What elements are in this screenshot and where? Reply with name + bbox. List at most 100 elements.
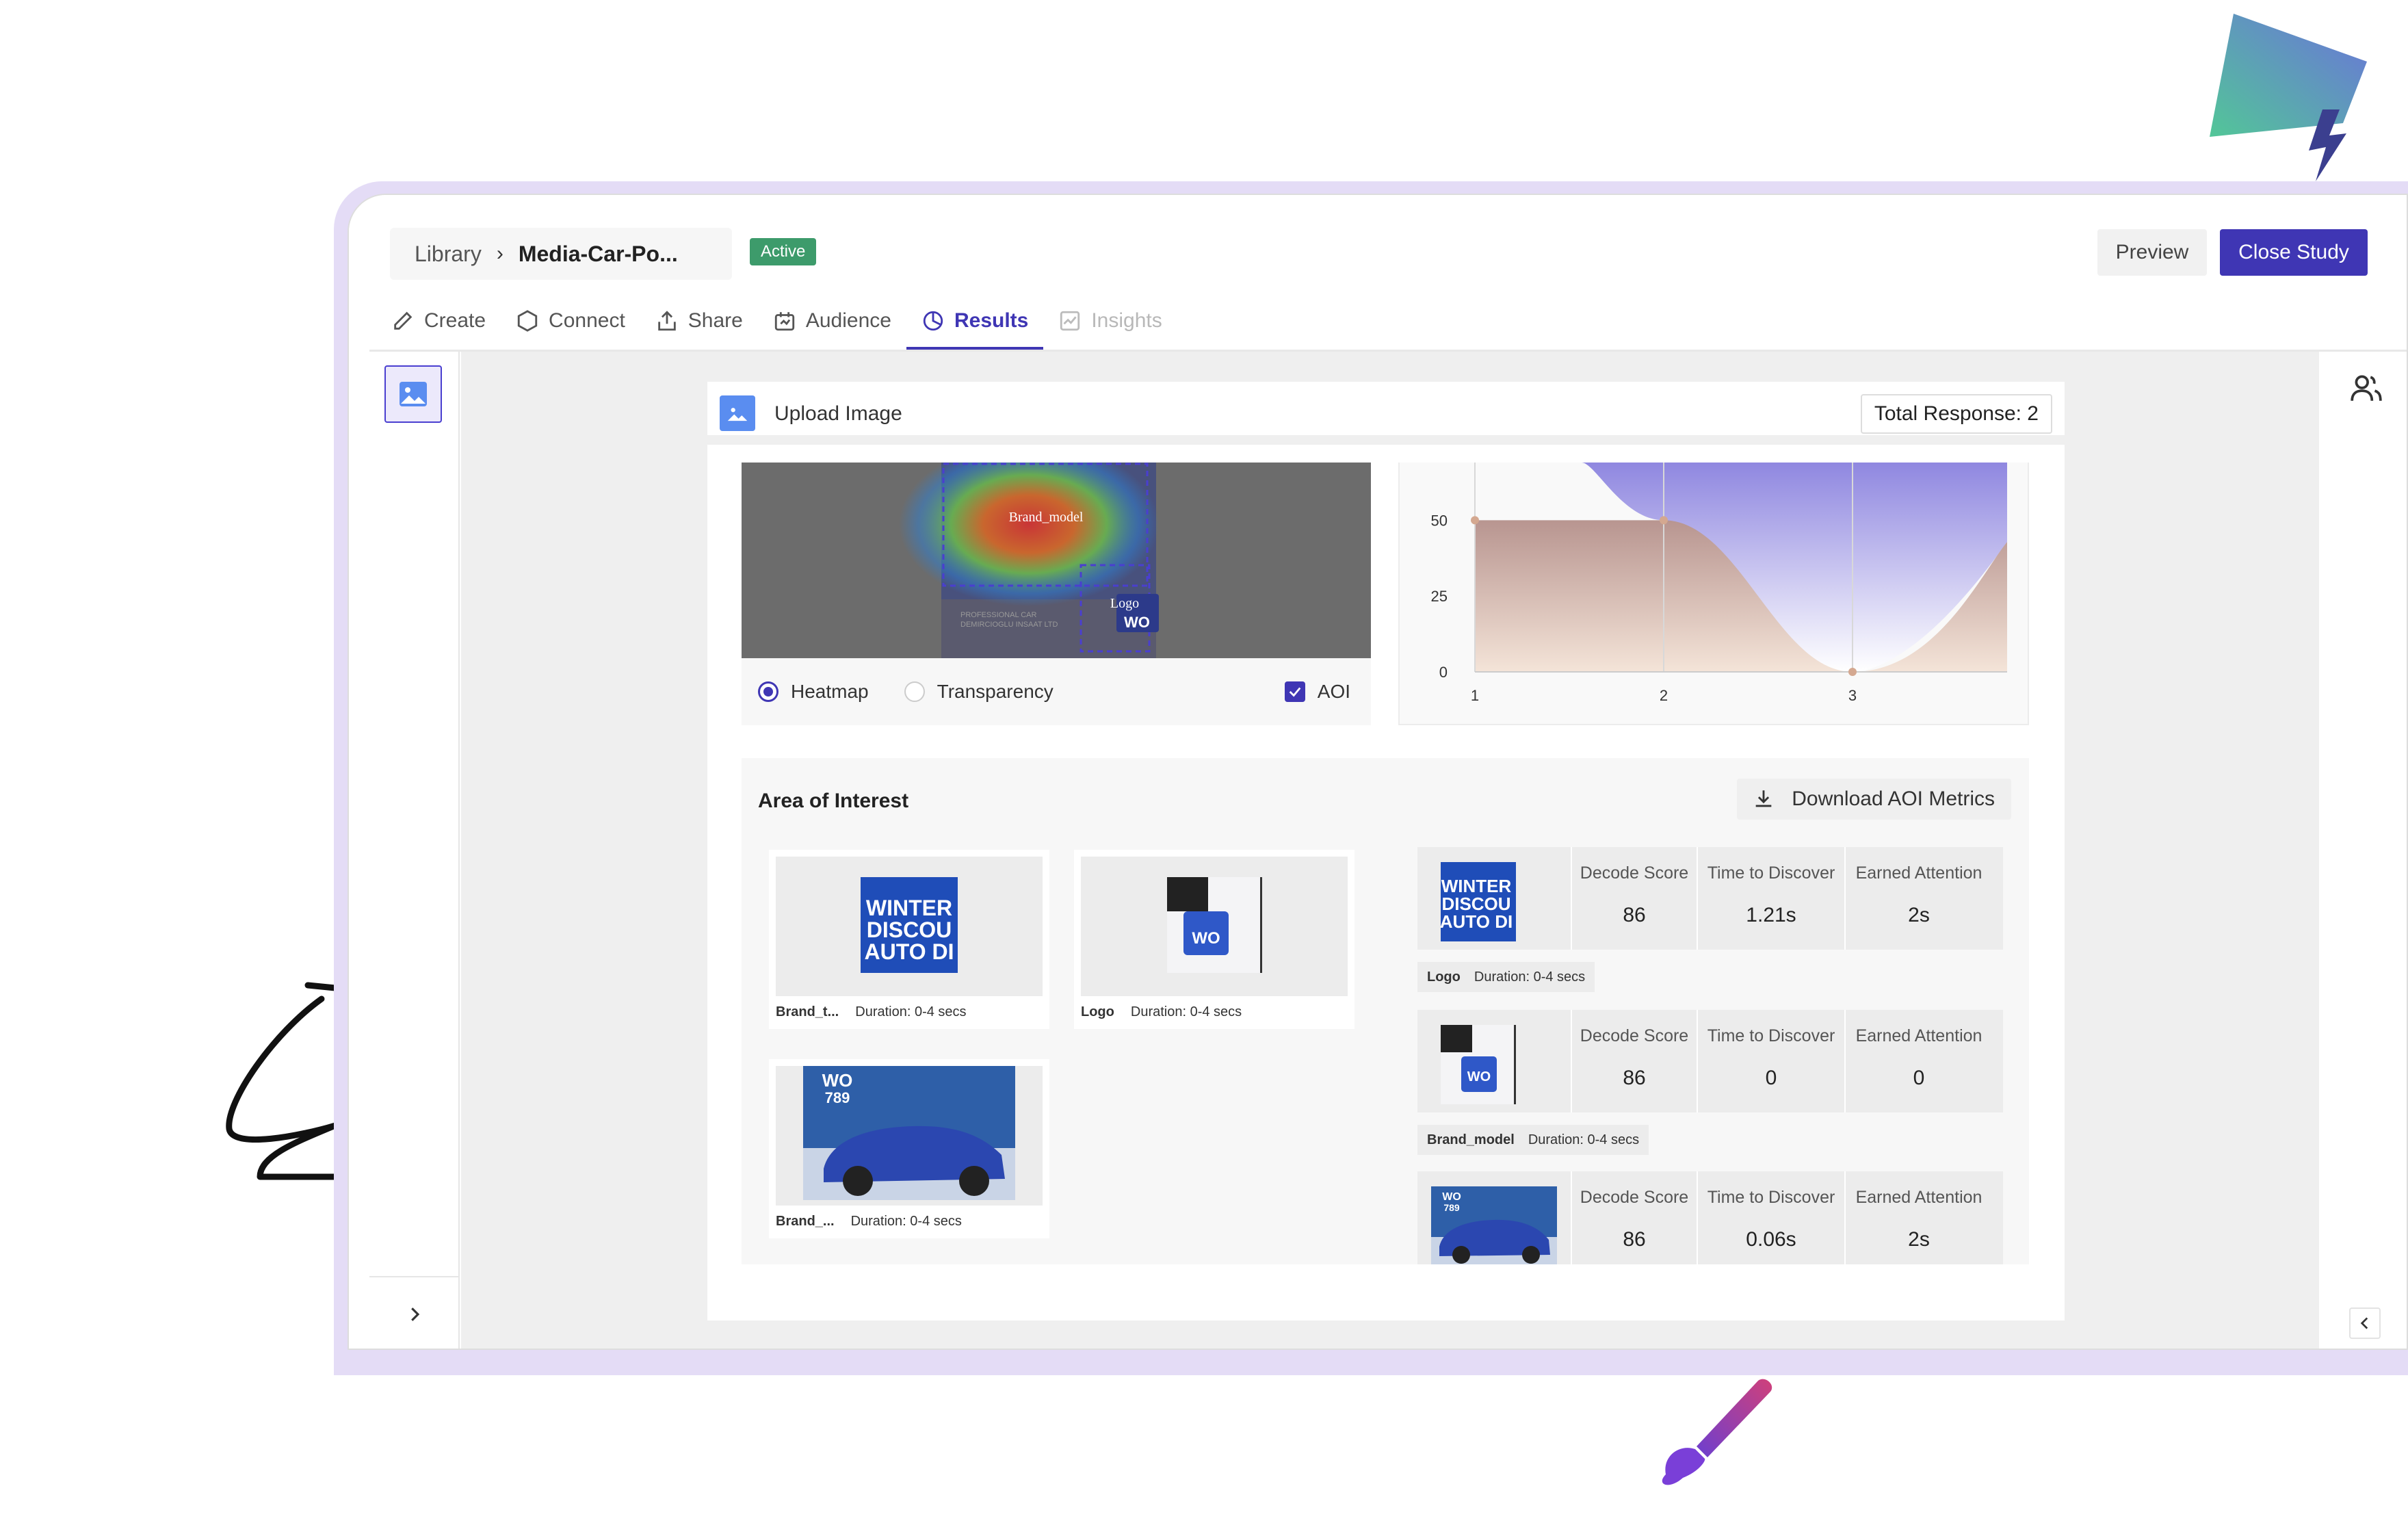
aoi-thumb-name: Brand_... <box>776 1214 835 1229</box>
svg-text:DISCOU: DISCOU <box>867 917 952 942</box>
chart-point[interactable] <box>1660 516 1668 525</box>
status-badge: Active <box>750 238 817 265</box>
decode-score-value: 86 <box>1623 904 1646 926</box>
aoi-metric-caption: Brand_model Duration: 0-4 secs <box>1417 1125 1649 1155</box>
heatmap-radio-label: Heatmap <box>791 681 869 702</box>
aoi-label-logo: Logo <box>1110 596 1139 611</box>
earned-attention-value: 2s <box>1908 904 1930 926</box>
aoi-thumb-name: Logo <box>1081 1004 1114 1019</box>
aoi-metric-row[interactable]: WO Decode Score 86 Time to Discover 0 Earn… <box>1417 1010 2003 1112</box>
upload-image-label[interactable]: Upload Image <box>774 402 902 426</box>
aoi-metric-row[interactable]: WINTER DISCOU AUTO DI Decode Score 86 Tim… <box>1417 847 2003 950</box>
svg-text:AUTO DI: AUTO DI <box>865 939 954 964</box>
aoi-thumb-logo[interactable]: WO Logo Duration: 0-4 secs <box>1074 850 1354 1029</box>
svg-text:WO: WO <box>1442 1191 1461 1203</box>
close-study-button[interactable]: Close Study <box>2220 229 2368 276</box>
chart-y-tick: 25 <box>1431 588 1448 605</box>
decode-score-value: 86 <box>1623 1228 1646 1251</box>
download-label: Download AOI Metrics <box>1792 787 1995 810</box>
image-tool-button[interactable] <box>384 365 442 423</box>
transparency-radio[interactable] <box>904 681 925 702</box>
left-sidebar <box>369 352 460 1349</box>
svg-text:WINTER: WINTER <box>866 896 952 920</box>
svg-text:WO: WO <box>1192 929 1220 948</box>
flag-decoration-icon <box>2210 14 2367 181</box>
tab-label: Results <box>954 309 1029 332</box>
aoi-thumb-image: WO <box>1081 857 1348 996</box>
pencil-icon <box>394 311 413 330</box>
decode-score-label: Decode Score <box>1580 863 1689 883</box>
svg-text:789: 789 <box>825 1089 850 1106</box>
checkmark-icon <box>1289 687 1301 697</box>
aoi-checkbox[interactable] <box>1284 681 1305 702</box>
svg-text:WO: WO <box>1467 1069 1491 1084</box>
heatmap-caption-line1: PROFESSIONAL CAR <box>960 611 1037 619</box>
transparency-radio-label: Transparency <box>937 681 1054 702</box>
aoi-thumb-duration: Duration: 0-4 secs <box>1130 1004 1242 1019</box>
aoi-metric-caption: Logo Duration: 0-4 secs <box>1417 962 1595 992</box>
area-of-interest-section: Area of Interest Download AOI Metrics WI… <box>742 758 2029 1264</box>
results-panel: Upload Image Total Response: 2 Brand_mod… <box>707 382 2065 1320</box>
aoi-thumb-duration: Duration: 0-4 secs <box>855 1004 967 1019</box>
right-sidebar <box>2318 352 2407 1349</box>
chart-x-tick: 3 <box>1848 687 1857 704</box>
earned-attention-label: Earned Attention <box>1855 1026 1982 1045</box>
preview-button[interactable]: Preview <box>2097 229 2207 276</box>
main-content: Upload Image Total Response: 2 Brand_mod… <box>461 352 2319 1349</box>
chart-point[interactable] <box>1471 516 1479 525</box>
expand-sidebar-button[interactable] <box>369 1276 460 1349</box>
tab-label: Create <box>424 309 486 332</box>
aoi-checkbox-label: AOI <box>1317 681 1350 702</box>
time-to-discover-label: Time to Discover <box>1707 1026 1835 1045</box>
tab-label: Insights <box>1091 309 1162 332</box>
heatmap-logo-text: WO <box>1124 614 1150 631</box>
tab-results[interactable]: Results <box>906 291 1044 351</box>
breadcrumb-current: Media-Car-Po... <box>518 241 678 266</box>
heatmap-image[interactable]: Brand_model Logo PROFESSIONAL CAR DEMIRC… <box>742 463 1371 658</box>
svg-text:789: 789 <box>1443 1202 1460 1213</box>
chart-point[interactable] <box>1848 668 1857 676</box>
decode-score-value: 86 <box>1623 1067 1646 1089</box>
tab-create[interactable]: Create <box>376 291 501 351</box>
svg-text:AUTO DI: AUTO DI <box>1440 911 1513 932</box>
decode-score-label: Decode Score <box>1580 1026 1689 1045</box>
image-icon <box>400 382 427 406</box>
aoi-metric-thumb: WINTER DISCOU AUTO DI <box>1434 862 1519 941</box>
time-to-discover-value: 1.21s <box>1746 904 1796 926</box>
aoi-metric-row[interactable]: WO 789 Decode Score 86 Time to Discover 0.… <box>1417 1171 2003 1264</box>
people-icon[interactable] <box>2349 371 2383 405</box>
tab-insights[interactable]: Insights <box>1043 291 1177 351</box>
download-aoi-metrics-button[interactable]: Download AOI Metrics <box>1737 779 2011 820</box>
earned-attention-label: Earned Attention <box>1855 863 1982 883</box>
hexagon-icon <box>517 310 538 332</box>
aoi-section-title: Area of Interest <box>758 790 909 812</box>
attention-chart: 50 25 0 1 2 3 <box>1431 463 2007 704</box>
image-icon[interactable] <box>720 395 755 431</box>
collapse-panel-button[interactable] <box>2349 1307 2381 1339</box>
tab-share[interactable]: Share <box>640 291 758 351</box>
heatmap-card: Brand_model Logo PROFESSIONAL CAR DEMIRC… <box>742 463 1371 725</box>
download-icon <box>1755 790 1772 807</box>
chart-x-tick: 2 <box>1660 687 1668 704</box>
decode-score-label: Decode Score <box>1580 1188 1689 1207</box>
tab-connect[interactable]: Connect <box>501 291 640 351</box>
aoi-metric-thumb: WO 789 <box>1431 1186 1557 1264</box>
tab-audience[interactable]: Audience <box>758 291 906 351</box>
aoi-thumb-duration: Duration: 0-4 secs <box>850 1214 962 1229</box>
aoi-metrics-list: WINTER DISCOU AUTO DI Decode Score 86 Tim… <box>1401 840 2029 1264</box>
heatmap-radio[interactable] <box>758 681 778 702</box>
chevron-right-icon: › <box>496 242 503 265</box>
time-to-discover-label: Time to Discover <box>1707 1188 1835 1207</box>
aoi-thumb-brand-text[interactable]: WINTER DISCOU AUTO DI Brand_t... Duration… <box>769 850 1049 1029</box>
aoi-metric-name: Brand_model <box>1427 1132 1515 1147</box>
chart-y-tick: 50 <box>1431 512 1448 529</box>
chevron-left-icon <box>2360 1317 2368 1329</box>
tab-label: Audience <box>805 309 891 332</box>
aoi-thumb-brand-model[interactable]: WO 789 Brand_... Duration: 0-4 secs <box>769 1059 1049 1238</box>
aoi-thumb-name: Brand_t... <box>776 1004 839 1019</box>
paintbrush-decoration-icon <box>1662 1379 1772 1485</box>
breadcrumb-library[interactable]: Library <box>415 242 482 267</box>
earned-attention-value: 0 <box>1913 1067 1925 1089</box>
chart-y-tick: 0 <box>1439 664 1448 681</box>
breadcrumb: Library › Media-Car-Po... <box>390 228 732 280</box>
